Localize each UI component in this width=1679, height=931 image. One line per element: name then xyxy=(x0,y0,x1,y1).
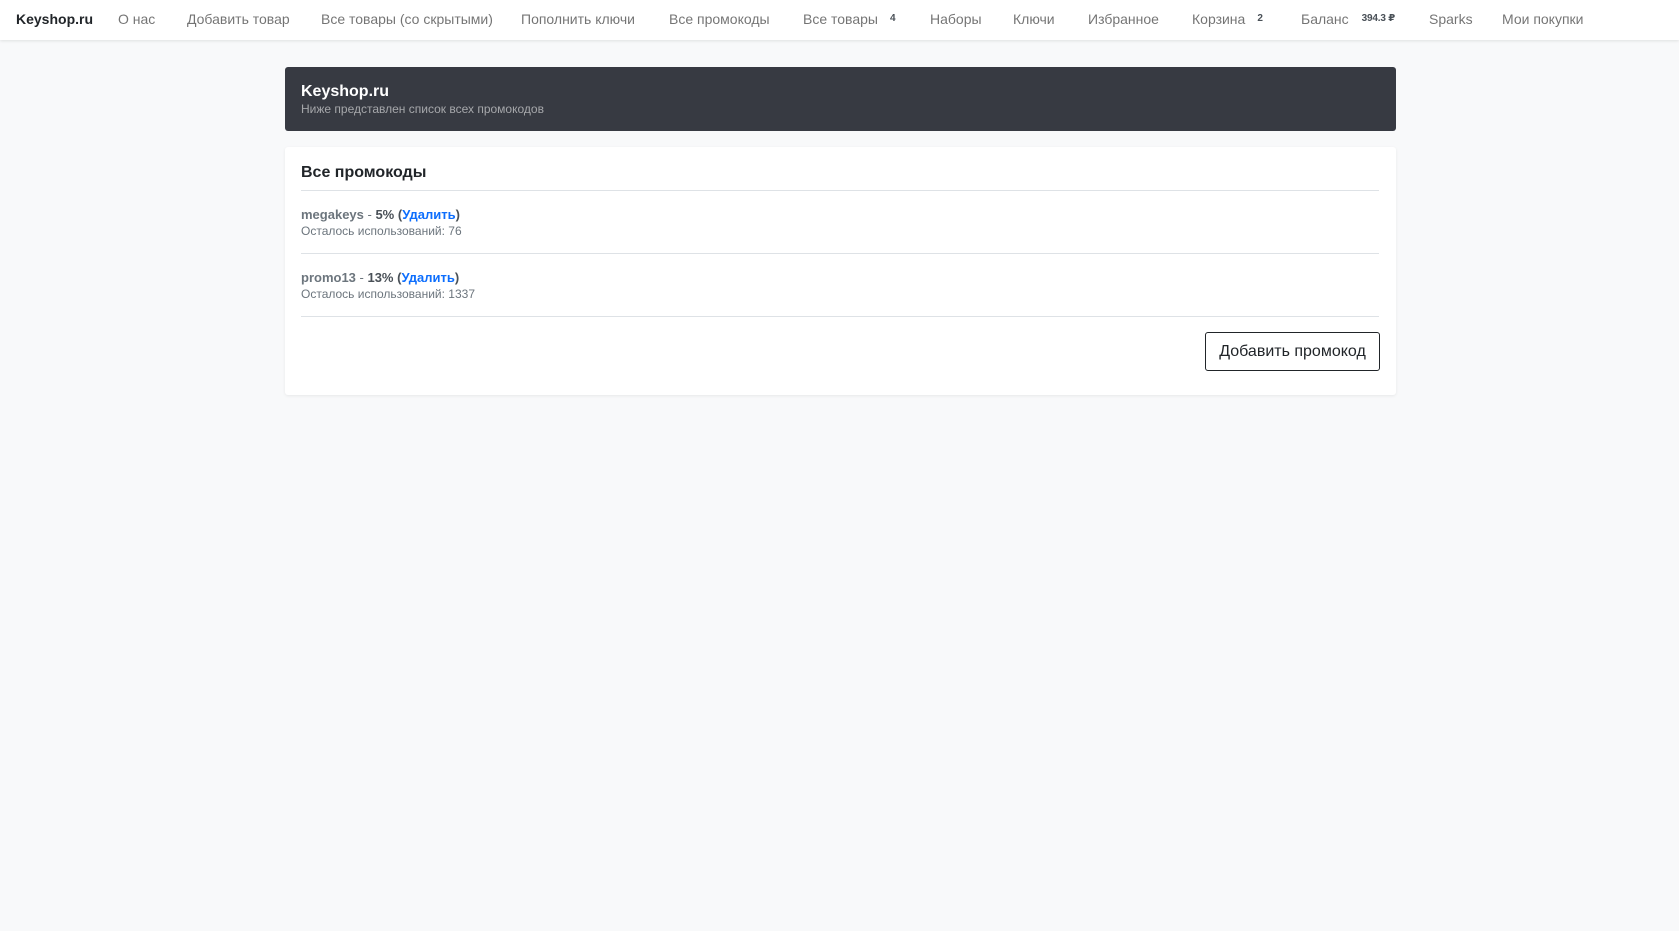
nav-item-label: Баланс xyxy=(1301,10,1349,27)
nav-item-my-purchases[interactable]: Мои покупки xyxy=(1502,0,1584,37)
banner-subtitle: Ниже представлен список всех промокодов xyxy=(301,102,544,116)
brand-link[interactable]: Keyshop.ru xyxy=(16,0,93,37)
nav-item-cart[interactable]: Корзина 2 xyxy=(1192,0,1267,37)
nav-item-label: Корзина xyxy=(1192,10,1246,27)
nav-item-refill-keys[interactable]: Пополнить ключи xyxy=(521,0,635,37)
divider xyxy=(301,316,1379,317)
divider xyxy=(301,190,1379,191)
list-item: megakeys - 5% (Удалить) Осталось использ… xyxy=(301,207,1379,239)
balance-badge: 394.3 ₽ xyxy=(1361,13,1396,24)
nav-item-all-products[interactable]: Все товары 4 xyxy=(803,0,900,37)
nav-item-bundles[interactable]: Наборы xyxy=(930,0,982,37)
nav-item-balance[interactable]: Баланс 394.3 ₽ xyxy=(1301,0,1399,37)
delete-promo-link[interactable]: Удалить xyxy=(402,207,455,222)
top-navbar: Keyshop.ru О нас Добавить товар Все това… xyxy=(0,0,1679,40)
separator: - xyxy=(355,270,368,285)
promo-discount: 5% xyxy=(375,207,395,222)
page-header-banner: Keyshop.ru Ниже представлен список всех … xyxy=(285,67,1396,131)
remaining-count: 1337 xyxy=(448,287,475,301)
list-item: promo13 - 13% (Удалить) Осталось использ… xyxy=(301,270,1379,302)
nav-item-add-product[interactable]: Добавить товар xyxy=(187,0,290,37)
nav-item-favorites[interactable]: Избранное xyxy=(1088,0,1159,37)
nav-item-all-promocodes[interactable]: Все промокоды xyxy=(669,0,770,37)
promo-code: megakeys xyxy=(301,207,364,222)
banner-title: Keyshop.ru xyxy=(301,83,390,100)
nav-item-sparks[interactable]: Sparks xyxy=(1429,0,1473,37)
nav-item-keys[interactable]: Ключи xyxy=(1013,0,1055,37)
nav-item-all-products-hidden[interactable]: Все товары (со скрытыми) xyxy=(321,0,493,37)
add-promocode-button[interactable]: Добавить промокод xyxy=(1205,332,1380,371)
delete-promo-link[interactable]: Удалить xyxy=(401,270,454,285)
divider xyxy=(301,253,1379,254)
nav-item-label: Все товары xyxy=(803,10,878,27)
paren-close: ) xyxy=(454,270,460,285)
promo-code: promo13 xyxy=(301,270,356,285)
remaining-label: Осталось использований: xyxy=(301,224,445,238)
paren-close: ) xyxy=(455,207,460,222)
remaining-count: 76 xyxy=(448,224,462,238)
promocodes-card: Все промокоды megakeys - 5% (Удалить) Ос… xyxy=(285,147,1396,395)
card-title: Все промокоды xyxy=(301,164,427,181)
promo-discount: 13% xyxy=(367,270,394,285)
separator: - xyxy=(363,207,376,222)
products-count-badge: 4 xyxy=(889,13,896,24)
cart-count-badge: 2 xyxy=(1257,13,1263,24)
nav-item-about[interactable]: О нас xyxy=(118,0,155,37)
remaining-label: Осталось использований: xyxy=(301,287,445,301)
